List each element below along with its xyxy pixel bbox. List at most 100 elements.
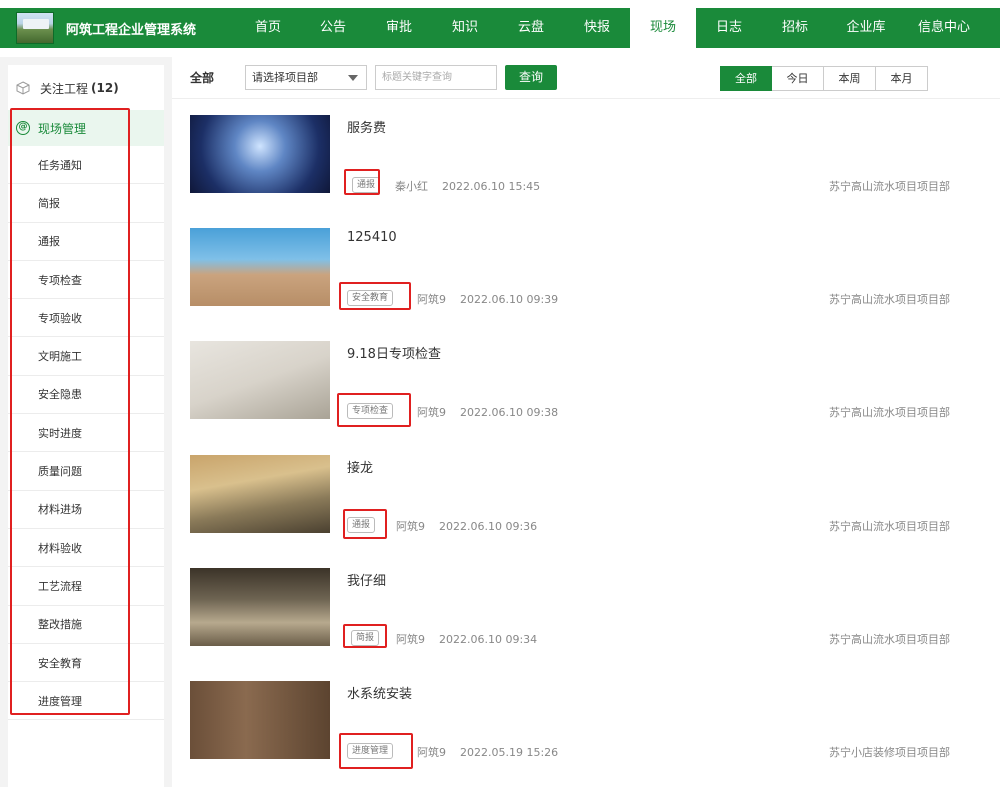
sidebar-item-2[interactable]: 通报 <box>8 223 164 261</box>
post-meta: 阿筑9 2022.05.19 15:26 <box>417 744 558 760</box>
sidebar-item-4[interactable]: 专项验收 <box>8 299 164 338</box>
period-filter: 全部 今日 本周 本月 <box>720 66 928 91</box>
post-feed: 服务费通报 秦小红 2022.06.10 15:45 苏宁高山流水项目项目部 12541… <box>172 115 1000 787</box>
nav-item-4[interactable]: 云盘 <box>498 8 564 48</box>
all-label: 全部 <box>190 71 215 85</box>
post-item[interactable]: 服务费通报 秦小红 2022.06.10 15:45 苏宁高山流水项目项目部 <box>172 115 1000 228</box>
post-tag: 专项检查 <box>347 403 394 420</box>
post-item[interactable]: 9.18日专项检查 专项检查 阿筑9 2022.06.10 09:38 苏宁高山流水项目… <box>172 341 1000 454</box>
post-title[interactable]: 我仔细 <box>347 570 386 589</box>
cube-icon <box>16 81 30 95</box>
sidebar-item-13[interactable]: 安全教育 <box>8 644 164 683</box>
at-icon: @ <box>16 121 30 135</box>
post-project: 苏宁高山流水项目项目部 <box>829 406 950 420</box>
post-item[interactable]: 125410 安全教育 阿筑9 2022.06.10 09:39 苏宁高山流水项目项目部 <box>172 228 1000 341</box>
post-title[interactable]: 服务费 <box>347 117 386 136</box>
post-thumbnail[interactable] <box>190 115 330 193</box>
sidebar-item-10[interactable]: 材料验收 <box>8 529 164 568</box>
nav-item-8[interactable]: 招标 <box>762 8 828 48</box>
post-thumbnail[interactable] <box>190 228 330 307</box>
post-thumbnail[interactable] <box>190 341 330 420</box>
nav-item-3[interactable]: 知识 <box>432 8 498 48</box>
nav-item-9[interactable]: 企业库 <box>828 8 904 48</box>
post-project: 苏宁高山流水项目项目部 <box>829 632 950 646</box>
post-project: 苏宁高山流水项目项目部 <box>829 519 950 533</box>
nav-item-6[interactable]: 现场 <box>630 8 696 56</box>
post-author: 秦小红 <box>395 180 428 193</box>
post-item[interactable]: 我仔细简报 阿筑9 2022.06.10 09:34 苏宁高山流水项目项目部 <box>172 567 1000 681</box>
post-title[interactable]: 水系统安装 <box>347 683 412 702</box>
post-time: 2022.06.10 09:38 <box>460 406 559 420</box>
post-author: 阿筑9 <box>396 632 425 646</box>
main-content: 全部 请选择项目部 查询 全部今日本周本月 服务费通报秦小红2022.06.10… <box>172 57 1000 787</box>
post-title[interactable]: 接龙 <box>347 457 373 476</box>
header: 阿筑工程企业管理系统 首页 公告 审批 知识 云盘 快报 现场 日志 招标 企业库 信息中心 <box>0 0 1000 57</box>
nav-item-7[interactable]: 日志 <box>696 8 762 48</box>
app-title: 阿筑工程企业管理系统 <box>66 22 197 38</box>
sidebar-item-6[interactable]: 安全隐患 <box>8 376 164 415</box>
site-management-section[interactable]: @ 现场管理 <box>8 110 164 146</box>
sidebar-item-3[interactable]: 专项检查 <box>8 261 164 300</box>
top-nav-bar: 阿筑工程企业管理系统 首页 公告 审批 知识 云盘 快报 现场 日志 招标 企业库 信息中心 <box>0 8 1000 56</box>
sidebar-item-1[interactable]: 简报 <box>8 184 164 223</box>
post-author: 阿筑9 <box>417 745 446 759</box>
sidebar-item-8[interactable]: 质量问题 <box>8 452 164 491</box>
post-author: 阿筑9 <box>417 406 446 420</box>
post-tag: 简报 <box>351 629 380 646</box>
period-button-3[interactable]: 本月 <box>876 66 928 91</box>
post-project: 苏宁小店装修项目项目部 <box>829 745 950 759</box>
sidebar-item-0[interactable]: 任务通知 <box>8 146 164 185</box>
sidebar-item-9[interactable]: 材料进场 <box>8 491 164 529</box>
project-select[interactable]: 请选择项目部 <box>245 65 367 90</box>
search-input[interactable] <box>375 65 497 90</box>
post-project: 苏宁高山流水项目项目部 <box>829 293 950 307</box>
post-meta: 秦小红 2022.06.10 15:45 <box>395 178 540 194</box>
sidebar-item-11[interactable]: 工艺流程 <box>8 567 164 606</box>
sidebar-item-14[interactable]: 进度管理 <box>8 682 164 721</box>
post-thumbnail[interactable] <box>190 454 330 533</box>
nav-item-10[interactable]: 信息中心 <box>904 8 984 48</box>
post-thumbnail[interactable] <box>190 567 330 646</box>
period-button-1[interactable]: 今日 <box>772 66 824 91</box>
chevron-down-icon <box>348 75 358 81</box>
post-tag: 通报 <box>347 516 376 533</box>
post-project: 苏宁高山流水项目项目部 <box>829 180 950 193</box>
post-tag: 安全教育 <box>347 290 394 307</box>
post-thumbnail[interactable] <box>190 680 330 759</box>
followed-projects-count: (12) <box>91 81 119 95</box>
post-time: 2022.06.10 15:45 <box>442 180 541 193</box>
sidebar-item-5[interactable]: 文明施工 <box>8 337 164 376</box>
post-time: 2022.06.10 09:36 <box>439 519 538 533</box>
main-nav: 首页 公告 审批 知识 云盘 快报 现场 日志 招标 企业库 信息中心 <box>236 8 984 56</box>
post-title[interactable]: 9.18日专项检查 <box>347 343 441 362</box>
post-time: 2022.06.10 09:34 <box>439 632 538 646</box>
post-time: 2022.05.19 15:26 <box>460 745 559 759</box>
post-title[interactable]: 125410 <box>347 230 397 245</box>
post-item[interactable]: 接龙通报 阿筑9 2022.06.10 09:36 苏宁高山流水项目项目部 <box>172 454 1000 568</box>
post-tag: 通报 <box>352 177 381 193</box>
query-button[interactable]: 查询 <box>505 65 557 90</box>
filter-toolbar: 全部 请选择项目部 查询 全部今日本周本月 <box>172 57 1000 99</box>
nav-item-1[interactable]: 公告 <box>300 8 366 48</box>
post-tag: 进度管理 <box>347 742 394 759</box>
nav-item-5[interactable]: 快报 <box>564 8 630 48</box>
post-item[interactable]: 水系统安装进度管理 阿筑9 2022.05.19 15:26 苏宁小店装修项目项目部 <box>172 680 1000 787</box>
followed-projects[interactable]: 关注工程 (12) <box>8 65 164 111</box>
post-author: 阿筑9 <box>396 519 425 533</box>
project-select-value: 请选择项目部 <box>252 71 318 84</box>
nav-item-2[interactable]: 审批 <box>366 8 432 48</box>
post-time: 2022.06.10 09:39 <box>460 293 559 307</box>
company-logo[interactable] <box>16 12 54 44</box>
sidebar: 关注工程 (12) @ 现场管理 任务通知 简报 通报 专项检查 专项验收 文明施工 安全隐… <box>8 65 164 787</box>
site-menu: 任务通知 简报 通报 专项检查 专项验收 文明施工 安全隐患 实时进度 质量问题 材料进场 材料验收… <box>8 146 164 721</box>
sidebar-item-7[interactable]: 实时进度 <box>8 414 164 453</box>
period-button-2[interactable]: 本周 <box>824 66 876 91</box>
post-meta: 阿筑9 2022.06.10 09:36 <box>396 518 537 534</box>
post-meta: 阿筑9 2022.06.10 09:38 <box>417 404 558 420</box>
followed-projects-label: 关注工程 <box>40 81 89 96</box>
period-button-0[interactable]: 全部 <box>720 66 772 91</box>
sidebar-item-12[interactable]: 整改措施 <box>8 606 164 644</box>
site-management-label: 现场管理 <box>38 121 87 136</box>
nav-item-0[interactable]: 首页 <box>236 8 300 48</box>
post-meta: 阿筑9 2022.06.10 09:34 <box>396 631 537 647</box>
